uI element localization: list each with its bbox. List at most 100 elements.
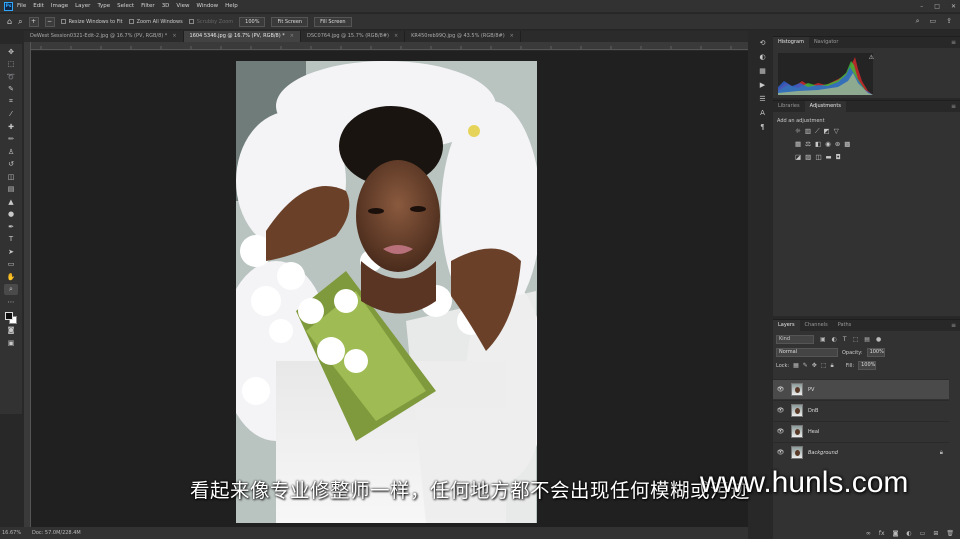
search-icon[interactable]: ⌕ [916,17,920,26]
exposure-icon[interactable]: ◩ [824,127,830,136]
hue-saturation-icon[interactable]: ▦ [795,140,801,148]
clone-stamp-tool-icon[interactable]: ♙ [4,146,18,157]
menu-layer[interactable]: Layer [75,3,90,9]
history-icon[interactable]: ⟲ [760,39,766,47]
photo-filter-icon[interactable]: ◉ [825,140,831,148]
tab-layers[interactable]: Layers [773,320,800,331]
status-zoom[interactable]: 16.67% [0,530,24,536]
filter-toggle-icon[interactable]: ● [876,336,881,343]
layer-kind-select[interactable]: Kind [776,335,814,344]
layer-row-background[interactable]: 👁︎ Background 🔒︎ [773,442,949,462]
dodge-tool-icon[interactable]: ● [4,209,18,220]
zoom-tool-icon[interactable]: ⌕ [4,283,18,295]
invert-icon[interactable]: ◪ [795,153,801,161]
foreground-color-swatch[interactable] [5,311,13,320]
vibrance-icon[interactable]: ▽ [834,127,839,136]
eyedropper-tool-icon[interactable]: ⁄ [4,109,18,120]
menu-select[interactable]: Select [117,3,134,9]
new-adjustment-icon[interactable]: ◐ [906,530,911,537]
vertical-ruler[interactable] [24,42,31,527]
crop-tool-icon[interactable]: ⌗ [4,96,18,107]
workspace-icon[interactable]: ▭ [930,17,937,26]
selective-color-icon[interactable]: ◘ [836,153,841,161]
close-icon[interactable]: × [290,33,294,39]
menu-3d[interactable]: 3D [162,3,170,9]
brush-tool-icon[interactable]: ✏ [4,134,18,145]
home-icon[interactable]: ⌂ [7,17,12,26]
zoom-all-checkbox[interactable]: Zoom All Windows [128,19,183,25]
close-icon[interactable]: × [394,33,398,39]
menu-file[interactable]: File [17,3,26,9]
character-icon[interactable]: A [760,109,765,117]
doc-tab-1[interactable]: 1604 5346.jpg @ 16.7% (PV, RGB/8) * × [183,31,301,42]
zoom-out-icon[interactable]: − [44,16,55,27]
document-canvas[interactable] [31,51,748,527]
panel-menu-icon[interactable]: ≡ [951,101,956,112]
warning-icon[interactable]: ⚠ [869,54,874,61]
layer-style-icon[interactable]: fx [879,530,885,537]
maximize-button[interactable]: □ [934,3,940,10]
menu-image[interactable]: Image [51,3,68,9]
swatches-icon[interactable]: ▦ [759,67,766,75]
quick-select-tool-icon[interactable]: ✎ [4,84,18,95]
shape-tool-icon[interactable]: ▭ [4,259,18,270]
more-tools-icon[interactable]: ⋯ [4,296,18,307]
type-tool-icon[interactable]: T [4,234,18,245]
fill-input[interactable]: 100% [858,361,877,370]
screen-mode-icon[interactable]: ▣ [4,337,18,348]
menu-view[interactable]: View [176,3,189,9]
color-icon[interactable]: ◐ [759,53,765,61]
close-icon[interactable]: × [172,33,176,39]
visibility-eye-icon[interactable]: 👁︎ [775,428,786,435]
layer-row-dnb[interactable]: 👁︎ DnB [773,400,949,420]
brightness-contrast-icon[interactable]: ☼ [795,127,801,136]
actions-icon[interactable]: ▶ [760,81,765,89]
menu-help[interactable]: Help [225,3,238,9]
pixel-filter-icon[interactable]: ▣ [820,336,826,343]
type-filter-icon[interactable]: T [843,336,847,343]
close-button[interactable]: ✕ [951,3,956,10]
status-doc-size[interactable]: Doc: 57.0M/228.4M [24,530,81,536]
channel-mixer-icon[interactable]: ⊛ [835,140,840,148]
doc-tab-2[interactable]: DSC0764.jpg @ 15.7% (RGB/8#) × [301,31,406,42]
paragraph-icon[interactable]: ¶ [760,123,764,131]
layer-row-pv[interactable]: 👁︎ PV [773,379,949,399]
menu-filter[interactable]: Filter [141,3,155,9]
tab-navigator[interactable]: Navigator [809,37,843,48]
lock-image-icon[interactable]: ✎ [803,362,808,369]
color-swatches[interactable] [3,311,19,325]
eraser-tool-icon[interactable]: ◫ [4,171,18,182]
path-select-tool-icon[interactable]: ➤ [4,246,18,257]
link-layers-icon[interactable]: ∞ [866,530,871,537]
zoom-tool-icon[interactable]: ⌕ [18,17,22,27]
scrubby-zoom-checkbox[interactable]: Scrubby Zoom [188,19,233,25]
fill-screen-button[interactable]: Fill Screen [314,16,352,27]
pen-tool-icon[interactable]: ✒ [4,221,18,232]
visibility-eye-icon[interactable]: 👁︎ [775,386,786,393]
visibility-eye-icon[interactable]: 👁︎ [775,449,786,456]
marquee-tool-icon[interactable]: ⬚ [4,59,18,70]
black-white-icon[interactable]: ◧ [815,140,821,148]
hand-tool-icon[interactable]: ✋ [4,271,18,282]
levels-icon[interactable]: ▥ [805,127,811,136]
opacity-input[interactable]: 100% [866,348,885,357]
tab-paths[interactable]: Paths [833,320,857,331]
menu-edit[interactable]: Edit [33,3,44,9]
doc-tab-3[interactable]: KR450reb99Q.jpg @ 43.5% (RGB/8#) × [405,31,521,42]
color-lookup-icon[interactable]: ▩ [844,140,850,148]
minimize-button[interactable]: – [920,3,923,10]
resize-windows-checkbox[interactable]: Resize Windows to Fit [60,19,123,25]
fit-screen-button[interactable]: Fit Screen [271,16,309,27]
tab-adjustments[interactable]: Adjustments [804,101,846,112]
quick-mask-icon[interactable]: ◙ [4,325,18,336]
threshold-icon[interactable]: ◫ [815,153,821,161]
lock-artboard-icon[interactable]: ⬚ [821,362,827,369]
blur-tool-icon[interactable]: ▲ [4,196,18,207]
curves-icon[interactable]: ⟋ [815,127,820,136]
horizontal-ruler[interactable] [31,42,748,50]
smart-object-filter-icon[interactable]: ▤ [864,336,870,343]
adjustment-filter-icon[interactable]: ◐ [832,336,837,343]
delete-layer-icon[interactable]: 🗑︎ [946,530,954,537]
menu-window[interactable]: Window [196,3,218,9]
panel-menu-icon[interactable]: ≡ [951,320,956,331]
